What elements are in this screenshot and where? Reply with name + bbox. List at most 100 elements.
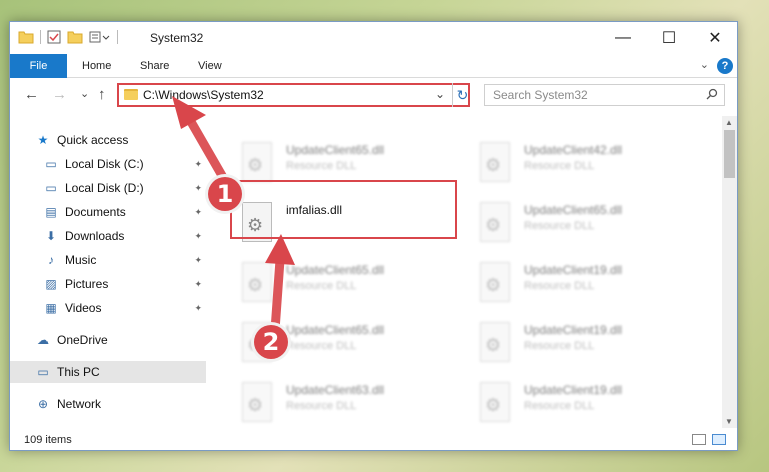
file-type: Resource DLL: [524, 220, 595, 232]
address-bar[interactable]: C:\Windows\System32 ⌄ ↻: [117, 83, 470, 107]
dll-file-icon: ⚙: [242, 142, 272, 182]
gear-icon: ⚙: [247, 275, 264, 295]
recent-locations-button[interactable]: ⌄: [80, 87, 89, 100]
step-2-badge: 2: [254, 325, 288, 359]
scroll-down-icon[interactable]: ▼: [725, 417, 733, 426]
vertical-scrollbar[interactable]: ▲ ▼: [722, 116, 737, 428]
file-name: UpdateClient65.dll: [286, 323, 385, 337]
forward-button[interactable]: →: [52, 86, 67, 103]
search-icon: [706, 88, 718, 103]
maximize-button[interactable]: ☐: [646, 22, 692, 54]
gear-icon: ⚙: [485, 395, 502, 415]
file-name: UpdateClient65.dll: [524, 203, 623, 217]
sidebar-item-label: This PC: [57, 365, 100, 379]
dll-file-icon: ⚙: [480, 202, 510, 242]
sidebar-item-music[interactable]: ♪ Music ✦: [10, 249, 206, 271]
file-item[interactable]: ⚙ UpdateClient65.dll Resource DLL: [468, 198, 698, 250]
sidebar-item-downloads[interactable]: ⬇ Downloads ✦: [10, 225, 206, 247]
help-icon[interactable]: ?: [717, 58, 733, 74]
item-count: 109 items: [24, 434, 72, 446]
dll-file-icon: ⚙: [480, 322, 510, 362]
network-icon: ⊕: [37, 397, 49, 411]
chevron-down-icon[interactable]: ⌄: [435, 87, 445, 101]
tab-view[interactable]: View: [188, 54, 232, 78]
scroll-thumb[interactable]: [724, 130, 735, 178]
file-item[interactable]: ⚙ UpdateClient42.dll Resource DLL: [468, 138, 698, 190]
search-placeholder: Search System32: [493, 88, 588, 102]
sidebar-item-local-disk-c[interactable]: ▭ Local Disk (C:) ✦: [10, 153, 206, 175]
pin-icon: ✦: [194, 158, 202, 169]
music-icon: ♪: [48, 253, 54, 267]
sidebar-item-local-disk-d[interactable]: ▭ Local Disk (D:) ✦: [10, 177, 206, 199]
dll-file-icon: ⚙: [242, 382, 272, 422]
documents-icon: ▤: [45, 205, 57, 219]
drive-icon: ▭: [45, 181, 57, 195]
file-item[interactable]: ⚙ UpdateClient65.dll Resource DLL: [230, 258, 460, 310]
details-view-icon[interactable]: [692, 434, 706, 445]
ribbon-tabs: File Home Share View ⌄ ?: [10, 54, 737, 78]
file-type: Resource DLL: [524, 340, 595, 352]
sidebar-item-label: Pictures: [65, 277, 109, 291]
sidebar-item-pictures[interactable]: ▨ Pictures ✦: [10, 273, 206, 295]
pin-icon: ✦: [194, 278, 202, 289]
highlight-box-imfalias: [230, 180, 457, 239]
minimize-button[interactable]: —: [600, 22, 646, 54]
dll-file-icon: ⚙: [480, 262, 510, 302]
sidebar-item-label: Network: [57, 397, 102, 411]
cloud-icon: ☁: [37, 333, 49, 347]
explorer-window: System32 — ☐ ✕ File Home Share View ⌄ ? …: [9, 21, 738, 451]
sidebar-item-label: Local Disk (D:): [65, 181, 144, 195]
close-button[interactable]: ✕: [692, 22, 738, 54]
sidebar-item-videos[interactable]: ▦ Videos ✦: [10, 297, 206, 319]
file-list: ⚙ UpdateClient65.dll Resource DLL ⚙ UpdateCl…: [220, 116, 720, 426]
new-folder-icon[interactable]: [67, 30, 83, 44]
tab-home[interactable]: Home: [72, 54, 121, 78]
tab-file[interactable]: File: [10, 54, 67, 78]
quick-access-toolbar: [18, 30, 118, 44]
status-bar: 109 items: [10, 428, 737, 452]
pin-icon: ✦: [194, 182, 202, 193]
file-name: UpdateClient42.dll: [524, 143, 623, 157]
up-button[interactable]: ↑: [98, 86, 106, 103]
gear-icon: ⚙: [485, 155, 502, 175]
sidebar-item-label: Local Disk (C:): [65, 157, 144, 171]
file-name: UpdateClient65.dll: [286, 143, 385, 157]
file-type: Resource DLL: [286, 280, 357, 292]
scroll-up-icon[interactable]: ▲: [725, 118, 733, 127]
expand-ribbon-icon[interactable]: ⌄: [700, 58, 709, 71]
refresh-button[interactable]: ↻: [452, 83, 472, 107]
file-item[interactable]: ⚙ UpdateClient63.dll Resource DLL: [230, 378, 460, 426]
tab-share[interactable]: Share: [130, 54, 179, 78]
navigation-bar: ← → ⌄ ↑ C:\Windows\System32 ⌄ ↻ Search S…: [10, 78, 737, 112]
window-title: System32: [150, 31, 204, 45]
customize-toolbar-icon[interactable]: [89, 30, 111, 44]
file-type: Resource DLL: [524, 400, 595, 412]
file-item[interactable]: ⚙ UpdateClient19.dll Resource DLL: [468, 258, 698, 310]
file-item[interactable]: ⚙ UpdateClient19.dll Resource DLL: [468, 318, 698, 370]
gear-icon: ⚙: [485, 335, 502, 355]
large-icons-view-icon[interactable]: [712, 434, 726, 445]
properties-icon[interactable]: [47, 30, 61, 44]
toolbar-separator: [117, 30, 118, 44]
sidebar-item-this-pc[interactable]: ▭ This PC: [10, 361, 206, 383]
sidebar-item-label: Documents: [65, 205, 126, 219]
search-input[interactable]: Search System32: [484, 84, 725, 106]
dll-file-icon: ⚙: [480, 382, 510, 422]
sidebar-item-quick-access[interactable]: ★ Quick access: [10, 129, 206, 151]
file-item[interactable]: ⚙ UpdateClient19.dll Resource DLL: [468, 378, 698, 426]
sidebar-item-documents[interactable]: ▤ Documents ✦: [10, 201, 206, 223]
sidebar-item-onedrive[interactable]: ☁ OneDrive: [10, 329, 206, 351]
file-type: Resource DLL: [524, 280, 595, 292]
sidebar-item-label: OneDrive: [57, 333, 108, 347]
computer-icon: ▭: [37, 365, 49, 379]
sidebar-item-network[interactable]: ⊕ Network: [10, 393, 206, 415]
pin-icon: ✦: [194, 302, 202, 313]
file-type: Resource DLL: [286, 400, 357, 412]
sidebar-item-label: Downloads: [65, 229, 125, 243]
downloads-icon: ⬇: [45, 229, 57, 243]
back-button[interactable]: ←: [24, 86, 39, 103]
file-type: Resource DLL: [286, 160, 357, 172]
gear-icon: ⚙: [485, 275, 502, 295]
dll-file-icon: ⚙: [480, 142, 510, 182]
pin-icon: ✦: [194, 206, 202, 217]
